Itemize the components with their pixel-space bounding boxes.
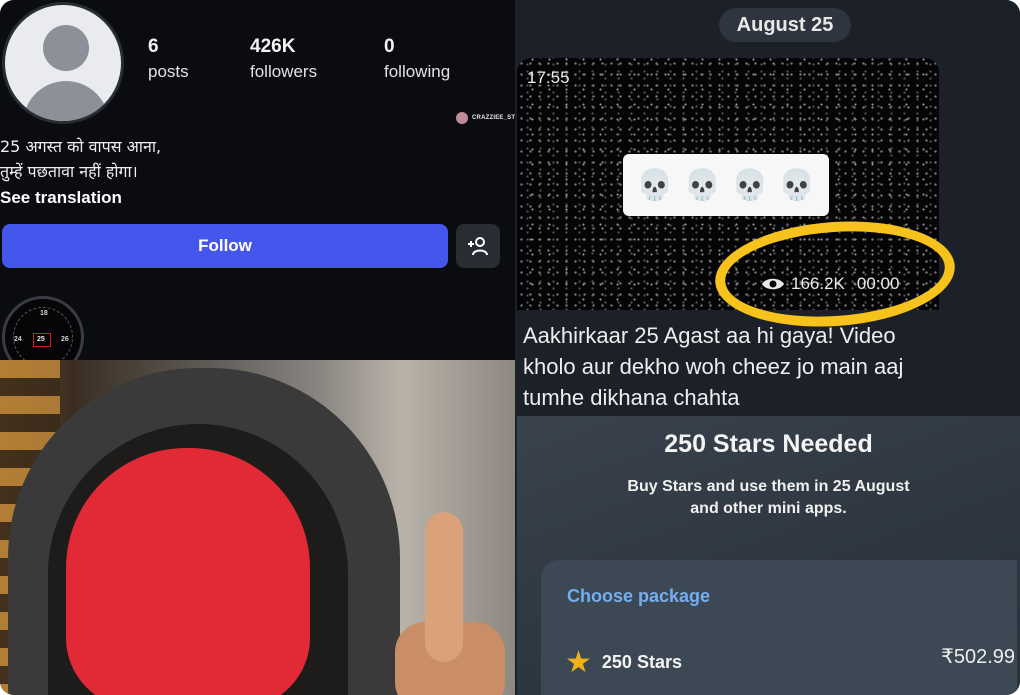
- skull-emoji-icon: 💀: [636, 167, 674, 203]
- emoji-box: 💀 💀 💀 💀: [623, 154, 829, 216]
- video-message[interactable]: 17:55 💀 💀 💀 💀 166.2K 00:00: [517, 58, 939, 310]
- message-text: Aakhirkaar 25 Agast aa hi gaya! Video kh…: [523, 323, 904, 410]
- package-card: Choose package ★ 250 Stars ₹502.99: [541, 560, 1017, 695]
- star-icon: ★: [565, 644, 592, 680]
- followers-label: followers: [250, 62, 318, 81]
- skull-emoji-icon: 💀: [778, 167, 816, 203]
- choose-package-label: Choose package: [567, 586, 711, 606]
- package-option[interactable]: ★ 250 Stars ₹502.99: [565, 644, 1015, 680]
- stars-purchase-sheet: 250 Stars Needed Buy Stars and use them …: [517, 416, 1020, 695]
- watermark-avatar-icon: [456, 112, 468, 124]
- see-translation-link[interactable]: See translation: [0, 188, 122, 208]
- following-label: following: [384, 62, 451, 81]
- stars-description: Buy Stars and use them in 25 August and …: [627, 478, 910, 517]
- video-duration: 00:00: [856, 274, 900, 293]
- package-price: ₹502.99: [941, 646, 1015, 668]
- posts-stat[interactable]: 6 posts: [148, 36, 189, 82]
- posts-count: 6: [148, 36, 159, 57]
- bio-line: तुम्हें पछतावा नहीं होगा।: [0, 162, 138, 181]
- package-name: 250 Stars: [601, 651, 682, 672]
- video-meta: 166.2K 00:00: [761, 274, 899, 294]
- following-stat[interactable]: 0 following: [384, 36, 450, 82]
- follow-button[interactable]: Follow: [2, 224, 448, 268]
- skull-emoji-icon: 💀: [731, 167, 769, 203]
- channel-panel: August 25 17:55 💀 💀 💀 💀 166.2K 00:00 Aak…: [515, 0, 1020, 695]
- video-time: 17:55: [527, 68, 570, 87]
- highlight-selection-box: [33, 333, 51, 347]
- profile-panel: 6 posts 426K followers 0 following CRAZZ…: [0, 0, 527, 695]
- raised-finger-shape: [425, 512, 463, 662]
- post-photo[interactable]: [0, 360, 515, 695]
- posts-label: posts: [148, 62, 189, 81]
- avatar-body-shape: [23, 81, 109, 121]
- add-person-icon: [468, 237, 488, 256]
- view-count: 166.2K: [791, 274, 845, 293]
- followers-count: 426K: [250, 36, 296, 57]
- stars-title: 250 Stars Needed: [664, 430, 873, 458]
- following-count: 0: [384, 36, 395, 57]
- followers-stat[interactable]: 426K followers: [250, 36, 317, 82]
- bio: 25 अगस्त को वापस आना, तुम्हें पछतावा नही…: [0, 134, 161, 184]
- avatar-head-shape: [43, 25, 89, 71]
- skull-emoji-icon: 💀: [683, 167, 721, 203]
- add-user-button[interactable]: [456, 224, 500, 268]
- date-separator: August 25: [719, 8, 851, 42]
- avatar[interactable]: [2, 2, 124, 124]
- highlight-number: 26: [61, 336, 69, 343]
- bio-line: 25 अगस्त को वापस आना,: [0, 137, 162, 156]
- highlight-number: 18: [40, 310, 48, 317]
- highlight-number: 24: [14, 336, 22, 343]
- screenshot-frame: 6 posts 426K followers 0 following CRAZZ…: [0, 0, 1020, 695]
- eye-icon: [762, 278, 784, 290]
- red-mask-face: [66, 448, 310, 695]
